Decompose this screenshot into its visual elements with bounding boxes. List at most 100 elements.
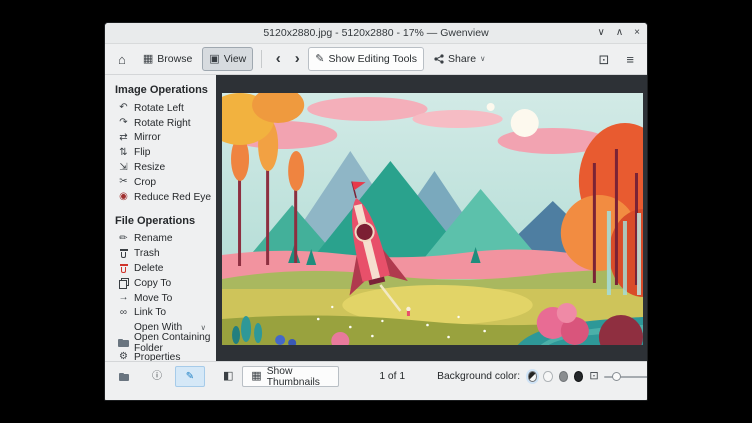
browse-label: Browse <box>157 53 192 65</box>
minimize-button[interactable]: ∨ <box>598 28 605 38</box>
item-label: Open Containing Folder <box>134 332 216 354</box>
rotate-left-icon: ↶ <box>117 103 130 113</box>
show-editing-tools-button[interactable]: ✎ Show Editing Tools <box>308 47 424 71</box>
bg-color-gray-swatch[interactable] <box>559 371 568 382</box>
view-mode-button[interactable]: ▣ View <box>202 47 253 71</box>
item-label: Rotate Left <box>134 103 184 114</box>
sidebar-item-resize[interactable]: ⇲ Resize <box>105 160 216 175</box>
sidebar-item-open-containing-folder[interactable]: Open Containing Folder <box>105 335 216 350</box>
select-region-button[interactable]: ⊡ <box>592 47 617 71</box>
thumbnail-bar-toggle-button[interactable]: ◧ <box>220 366 236 387</box>
sidebar-item-crop[interactable]: ✂ Crop <box>105 175 216 190</box>
sidebar-item-mirror[interactable]: ⇄ Mirror <box>105 131 216 146</box>
item-label: Trash <box>134 248 160 259</box>
sidebar-item-rotate-left[interactable]: ↶ Rotate Left <box>105 101 216 116</box>
item-label: Link To <box>134 307 166 318</box>
sidebar-item-reduce-red-eye[interactable]: ◉ Reduce Red Eye <box>105 190 216 205</box>
folder-tab-icon <box>118 371 131 382</box>
move-arrow-icon: → <box>117 293 130 303</box>
sidebar-item-copy-to[interactable]: Copy To <box>105 276 216 291</box>
item-label: Rename <box>134 233 173 244</box>
sidebar-item-rotate-right[interactable]: ↷ Rotate Right <box>105 116 216 131</box>
sidebar-item-link-to[interactable]: ∞ Link To <box>105 306 216 321</box>
window-title: 5120x2880.jpg - 5120x2880 - 17% — Gwenvi… <box>105 23 647 43</box>
zoom-slider[interactable] <box>604 370 648 384</box>
background-color-label: Background color: <box>437 371 520 382</box>
tab-operations[interactable]: ✎ <box>175 366 205 387</box>
copy-icon <box>117 278 130 289</box>
sidebar-tabs: ⓘ ✎ <box>109 366 212 387</box>
close-button[interactable]: × <box>634 28 640 38</box>
image-count: 1 of 1 <box>379 371 405 382</box>
show-thumbnails-label: Show Thumbnails <box>267 366 331 388</box>
item-label: Properties <box>134 352 180 361</box>
item-label: Move To <box>134 293 172 304</box>
trash-icon <box>117 248 130 259</box>
item-label: Copy To <box>134 278 171 289</box>
zoom-fit-icon[interactable]: ⊡ <box>589 371 598 382</box>
crop-icon: ✂ <box>117 177 130 187</box>
operations-sidebar: Image Operations ↶ Rotate Left ↷ Rotate … <box>105 75 216 361</box>
tab-folders[interactable] <box>109 366 139 387</box>
home-button[interactable]: ⌂ <box>111 47 133 71</box>
main-toolbar: ⌂ ▦ Browse ▣ View ‹ › ✎ Show Editing Too… <box>105 44 647 75</box>
main-area: Image Operations ↶ Rotate Left ↷ Rotate … <box>105 75 647 361</box>
sidebar-item-trash[interactable]: Trash <box>105 246 216 261</box>
home-icon: ⌂ <box>118 53 126 66</box>
delete-trash-icon <box>117 263 130 274</box>
titlebar[interactable]: 5120x2880.jpg - 5120x2880 - 17% — Gwenvi… <box>105 23 647 44</box>
red-eye-icon: ◉ <box>117 192 130 202</box>
bg-color-light-swatch[interactable] <box>543 371 552 382</box>
info-icon: ⓘ <box>151 372 164 382</box>
status-bar: ⓘ ✎ ◧ ▦ Show Thumbnails 1 of 1 Backgroun… <box>105 361 647 400</box>
status-controls: ◧ ▦ Show Thumbnails 1 of 1 Background co… <box>220 366 648 387</box>
folder-icon <box>117 337 130 348</box>
share-button[interactable]: Share ∨ <box>427 47 493 71</box>
pencil-tab-icon: ✎ <box>184 372 197 382</box>
bg-color-dark-swatch[interactable] <box>574 371 583 382</box>
item-label: Mirror <box>134 132 161 143</box>
browse-mode-button[interactable]: ▦ Browse <box>136 47 199 71</box>
show-editing-tools-label: Show Editing Tools <box>328 53 417 65</box>
sidebar-item-rename[interactable]: ✏ Rename <box>105 232 216 247</box>
item-label: Crop <box>134 177 156 188</box>
rename-icon: ✏ <box>117 234 130 244</box>
select-region-icon: ⊡ <box>599 53 610 66</box>
open-with-chevron-icon: ∨ <box>201 324 207 332</box>
item-label: Rotate Right <box>134 118 191 129</box>
photo-illustration <box>222 93 643 345</box>
item-label: Delete <box>134 263 163 274</box>
bg-color-auto-swatch[interactable] <box>528 371 537 382</box>
toolbar-separator <box>261 50 262 68</box>
rotate-right-icon: ↷ <box>117 118 130 128</box>
sidebar-item-flip[interactable]: ⇅ Flip <box>105 145 216 160</box>
view-label: View <box>224 53 247 65</box>
share-chevron-icon: ∨ <box>480 55 486 63</box>
sidebar-item-delete[interactable]: Delete <box>105 261 216 276</box>
image-operations-heading: Image Operations <box>115 84 216 96</box>
link-chain-icon: ∞ <box>117 308 130 318</box>
item-label: Resize <box>134 162 165 173</box>
share-label: Share <box>448 53 476 65</box>
image-viewport[interactable] <box>216 75 647 361</box>
show-thumbnails-button[interactable]: ▦ Show Thumbnails <box>242 366 339 387</box>
pager-icon: ◧ <box>223 371 233 382</box>
file-operations-heading: File Operations <box>115 215 216 227</box>
maximize-button[interactable]: ∧ <box>616 28 623 38</box>
flip-icon: ⇅ <box>117 148 130 158</box>
browse-grid-icon: ▦ <box>143 54 153 65</box>
zoom-controls: ⊡ ⊕ Fit ∨ <box>589 366 648 387</box>
thumbnails-grid-icon: ▦ <box>251 371 261 382</box>
edit-pencil-icon: ✎ <box>315 54 324 65</box>
view-mode-icon: ▣ <box>209 54 219 65</box>
zoom-slider-handle[interactable] <box>612 372 621 381</box>
hamburger-menu-button[interactable]: ≡ <box>619 47 641 71</box>
gwenview-window: 5120x2880.jpg - 5120x2880 - 17% — Gwenvi… <box>104 22 648 401</box>
sidebar-item-move-to[interactable]: → Move To <box>105 291 216 306</box>
forward-button[interactable]: › <box>289 48 305 70</box>
window-controls: ∨ ∧ × <box>598 23 641 43</box>
item-label: Flip <box>134 147 150 158</box>
back-button[interactable]: ‹ <box>270 48 286 70</box>
tab-information[interactable]: ⓘ <box>142 366 172 387</box>
share-icon <box>434 54 444 64</box>
